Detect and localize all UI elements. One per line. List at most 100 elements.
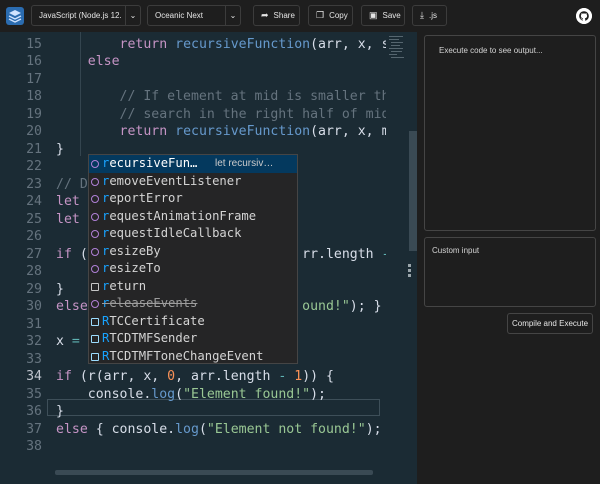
autocomplete-rest: TCDTMFToneChangeEvent — [109, 348, 264, 363]
line-number: 34 — [26, 369, 42, 384]
custom-input-placeholder: Custom input — [432, 246, 480, 255]
autocomplete-item-label: reportError — [102, 190, 183, 208]
share-icon: ➦ — [261, 10, 269, 20]
code-token: let — [56, 194, 80, 209]
autocomplete-item[interactable]: requestIdleCallback — [89, 225, 297, 243]
line-code: } — [56, 403, 64, 421]
code-token: } — [56, 281, 64, 297]
code-token: ); } — [365, 421, 382, 437]
vertical-scrollbar-thumb[interactable] — [409, 131, 417, 251]
keyword-icon — [91, 282, 99, 291]
output-placeholder: Execute code to see output... — [439, 46, 543, 55]
autocomplete-item-label: resizeTo — [102, 260, 161, 278]
autocomplete-item[interactable]: RTCDTMFSender — [89, 330, 297, 348]
autocomplete-item[interactable]: resizeTo — [89, 260, 297, 278]
line-code: // search in the right half of mid — [56, 106, 386, 124]
line-number: 23 — [26, 176, 42, 192]
line-number: 20 — [26, 124, 42, 139]
code-token: recursiveFunction — [175, 36, 311, 52]
code-token: 1 — [294, 369, 303, 384]
autocomplete-rest: equestIdleCallback — [109, 226, 242, 240]
line-number: 19 — [26, 106, 42, 122]
compile-execute-button[interactable]: Compile and Execute — [507, 313, 593, 334]
line-code: return recursiveFunction(arr, x, mid + — [56, 123, 386, 141]
code-token: ); — [310, 386, 326, 402]
autocomplete-item-label: RTCDTMFToneChangeEvent — [102, 348, 264, 364]
autocomplete-item[interactable]: reportError — [89, 190, 297, 208]
code-line: 19 // search in the right half of mid — [0, 106, 386, 124]
code-token: ( — [175, 386, 184, 402]
code-token: return — [119, 36, 168, 52]
code-token: // If element at mid is smaller than x, — [119, 89, 386, 104]
theme-select[interactable]: Oceanic Next ⌄ — [147, 5, 241, 26]
minimap[interactable] — [386, 32, 408, 132]
autocomplete-item-label: requestAnimationFrame — [102, 208, 256, 226]
code-token: ound!" — [302, 299, 350, 314]
compile-execute-label: Compile and Execute — [511, 319, 589, 328]
line-number: 27 — [26, 246, 42, 262]
code-token: - — [382, 247, 386, 262]
code-line: 20 return recursiveFunction(arr, x, mid … — [0, 123, 386, 141]
autocomplete-item[interactable]: recursiveFun… let recursiv… — [89, 155, 297, 173]
code-token: )) { — [302, 369, 334, 384]
autocomplete-item[interactable]: removeEventListener — [89, 173, 297, 191]
line-number: 29 — [26, 281, 42, 297]
autocomplete-popup[interactable]: recursiveFun… let recursiv… removeEventLis… — [88, 154, 298, 364]
method-icon — [91, 247, 99, 256]
autocomplete-item[interactable]: RTCDTMFToneChangeEvent — [89, 348, 297, 364]
share-button-label: Share — [273, 11, 295, 20]
share-button[interactable]: ➦ Share — [253, 5, 300, 26]
code-token: 0 — [167, 369, 176, 384]
code-line: 34 if (r(arr, x, 0, arr.length - 1)) { — [0, 368, 386, 386]
code-token: x — [56, 334, 72, 349]
autocomplete-item-label: resizeBy — [102, 243, 161, 261]
code-token: // search in the right half of mid — [56, 106, 386, 122]
line-number: 16 — [26, 54, 42, 69]
code-line: 36} — [0, 403, 386, 421]
code-token: recursiveFunction — [175, 124, 311, 139]
save-button[interactable]: ▣ Save — [361, 5, 405, 26]
download-button[interactable]: ⤓ .js — [412, 5, 447, 26]
horizontal-scrollbar-thumb[interactable] — [55, 470, 373, 475]
code-line: 37 else { console.log("Element not found!… — [0, 421, 386, 439]
copy-button-label: Copy — [329, 11, 348, 20]
line-number: 25 — [26, 211, 42, 227]
save-button-label: Save — [382, 11, 401, 20]
vertical-scrollbar[interactable] — [409, 32, 417, 484]
line-code: else { console.log("Element not found!")… — [56, 421, 386, 439]
autocomplete-rest: TCCertificate — [109, 313, 205, 328]
copy-button[interactable]: ❐ Copy — [308, 5, 353, 26]
line-code: // If element at mid is smaller than x, — [56, 88, 386, 106]
autocomplete-item[interactable]: requestAnimationFrame — [89, 208, 297, 226]
line-number: 21 — [26, 141, 42, 157]
code-token: return — [119, 124, 168, 139]
code-token: if — [56, 246, 72, 262]
autocomplete-item[interactable]: RTCCertificate — [89, 313, 297, 331]
autocomplete-item[interactable]: return — [89, 278, 297, 296]
theme-select-value: Oceanic Next — [155, 11, 204, 20]
line-number: 28 — [26, 264, 42, 279]
autocomplete-item-label: releaseEvents — [102, 295, 197, 313]
method-icon — [91, 212, 99, 221]
autocomplete-rest: esizeBy — [109, 243, 161, 258]
autocomplete-item-label: RTCCertificate — [102, 313, 205, 331]
panel-resize-handle[interactable] — [408, 264, 412, 278]
autocomplete-item[interactable]: resizeBy — [89, 243, 297, 261]
code-token: (arr, x, mid — [310, 124, 386, 139]
class-icon — [91, 352, 99, 361]
github-icon[interactable] — [576, 8, 592, 24]
language-select[interactable]: JavaScript (Node.js 12.14... ⌄ — [31, 5, 141, 26]
line-code: if (r(arr, x, 0, arr.length - 1)) { — [56, 368, 334, 386]
autocomplete-item-label: recursiveFun… — [102, 155, 197, 173]
autocomplete-item[interactable]: releaseEvents — [89, 295, 297, 313]
custom-input-field[interactable]: Custom input — [424, 237, 596, 307]
code-token: } — [56, 404, 64, 419]
autocomplete-item-label: removeEventListener — [102, 173, 241, 191]
class-icon — [91, 335, 99, 343]
autocomplete-item-label: return — [102, 278, 146, 296]
code-token: ( — [198, 421, 207, 437]
autocomplete-rest: equestAnimationFrame — [109, 208, 257, 223]
code-token: log — [175, 421, 199, 437]
